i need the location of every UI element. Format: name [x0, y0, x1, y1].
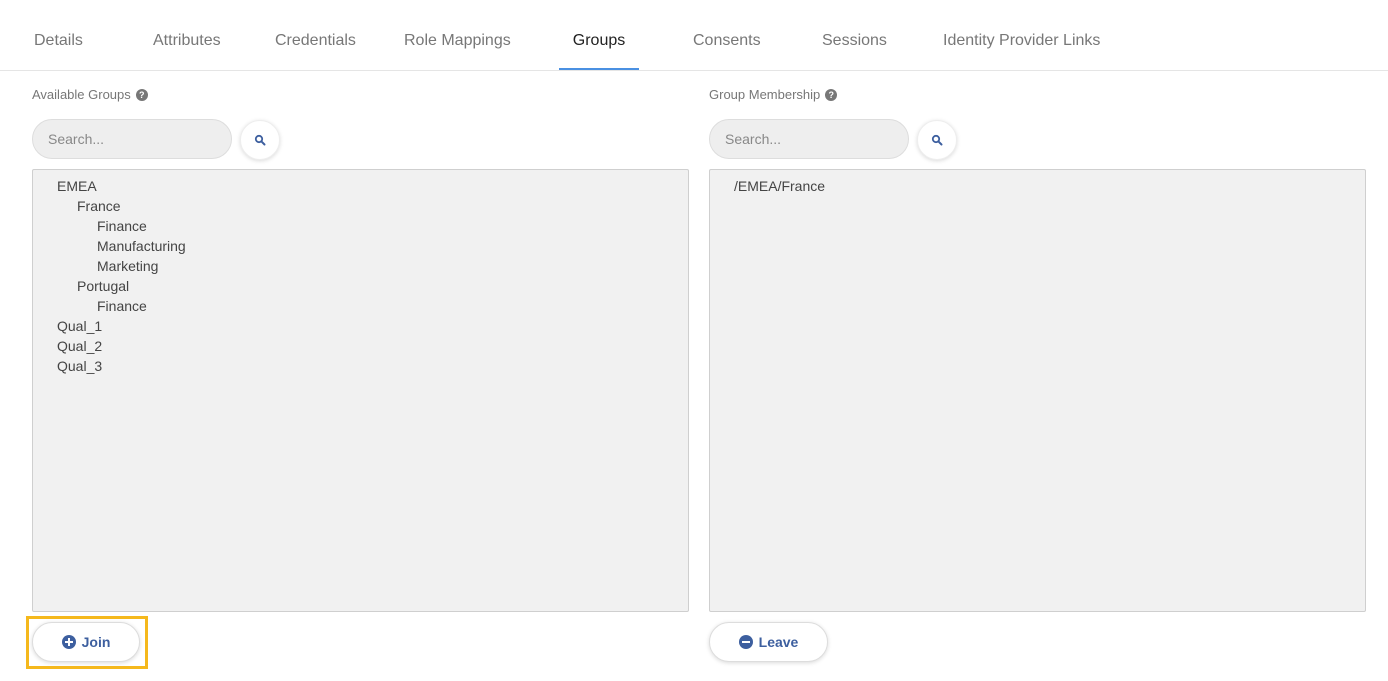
tab-bar: Details Attributes Credentials Role Mapp…	[0, 0, 1388, 71]
tab-identity-provider-links[interactable]: Identity Provider Links	[943, 0, 1100, 70]
available-groups-search-button[interactable]	[240, 120, 280, 160]
plus-circle-icon	[61, 635, 76, 649]
minus-circle-icon	[738, 635, 753, 649]
tree-item[interactable]: Manufacturing	[33, 236, 688, 256]
tab-credentials[interactable]: Credentials	[275, 0, 356, 70]
help-icon[interactable]: ?	[135, 88, 148, 101]
tab-attributes[interactable]: Attributes	[153, 0, 221, 70]
tree-item[interactable]: Finance	[33, 216, 688, 236]
available-groups-search-input[interactable]	[32, 119, 232, 159]
tree-item[interactable]: Qual_2	[33, 336, 688, 356]
group-membership-heading: Group Membership ?	[709, 87, 838, 102]
tree-item[interactable]: Marketing	[33, 256, 688, 276]
tree-item[interactable]: France	[33, 196, 688, 216]
tree-item[interactable]: Finance	[33, 296, 688, 316]
tab-consents[interactable]: Consents	[693, 0, 761, 70]
tab-role-mappings[interactable]: Role Mappings	[404, 0, 511, 70]
available-groups-label: Available Groups	[32, 87, 131, 102]
join-button[interactable]: Join	[32, 622, 140, 662]
search-icon	[254, 134, 266, 146]
help-icon[interactable]: ?	[825, 88, 838, 101]
group-membership-label: Group Membership	[709, 87, 821, 102]
tree-item[interactable]: Portugal	[33, 276, 688, 296]
leave-button[interactable]: Leave	[709, 622, 828, 662]
tab-details[interactable]: Details	[34, 0, 83, 70]
list-item[interactable]: /EMEA/France	[710, 176, 1365, 196]
tab-sessions[interactable]: Sessions	[822, 0, 887, 70]
join-button-label: Join	[81, 634, 111, 650]
available-groups-heading: Available Groups ?	[32, 87, 148, 102]
available-groups-list[interactable]: EMEA France Finance Manufacturing Market…	[32, 169, 689, 612]
group-membership-search-button[interactable]	[917, 120, 957, 160]
search-icon	[931, 134, 943, 146]
leave-button-label: Leave	[758, 634, 799, 650]
group-membership-search-input[interactable]	[709, 119, 909, 159]
tree-item[interactable]: EMEA	[33, 176, 688, 196]
tree-item[interactable]: Qual_1	[33, 316, 688, 336]
group-membership-list[interactable]: /EMEA/France	[709, 169, 1366, 612]
tree-item[interactable]: Qual_3	[33, 356, 688, 376]
tab-groups[interactable]: Groups	[559, 0, 639, 70]
